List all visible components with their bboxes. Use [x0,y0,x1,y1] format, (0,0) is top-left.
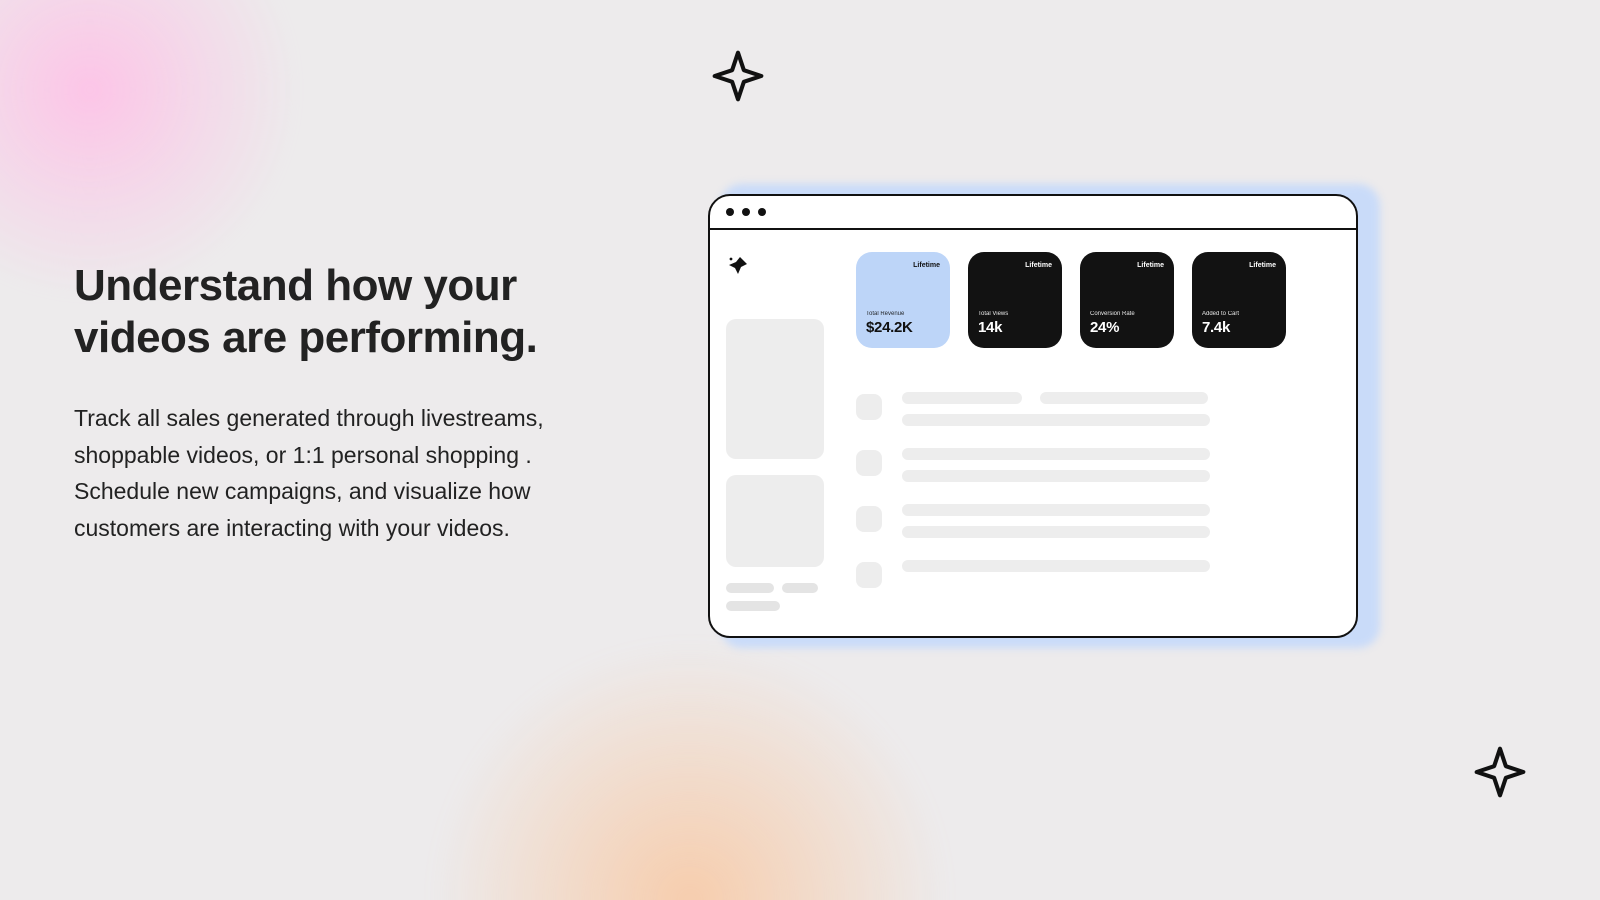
traffic-light-dot[interactable] [726,208,734,216]
sidebar-placeholder [726,583,828,593]
stat-card-cart[interactable]: Lifetime Added to Cart 7.4k [1192,252,1286,348]
placeholder-bar [902,448,1210,460]
sparkle-icon [710,48,766,104]
hero-body: Track all sales generated through livest… [74,400,634,547]
hero-heading: Understand how your videos are performin… [74,260,634,364]
dashboard-window: Lifetime Total Revenue $24.2K Lifetime T… [708,194,1358,638]
list-thumbnail [856,394,882,420]
stat-value: 14k [978,319,1052,336]
stat-label: Added to Cart [1202,311,1276,317]
placeholder-bar [902,414,1210,426]
sidebar [710,230,840,636]
traffic-light-dot[interactable] [742,208,750,216]
placeholder-bar [902,560,1210,572]
stat-value: $24.2K [866,319,940,336]
stat-value: 24% [1090,319,1164,336]
stat-label: Total Revenue [866,311,940,317]
stat-card-conversion[interactable]: Lifetime Conversion Rate 24% [1080,252,1174,348]
gradient-blob [0,0,300,300]
list-thumbnail [856,450,882,476]
stat-card-revenue[interactable]: Lifetime Total Revenue $24.2K [856,252,950,348]
sidebar-placeholder [726,601,780,611]
window-titlebar [710,196,1356,230]
stat-label: Total Views [978,311,1052,317]
sparkle-icon [1472,744,1528,800]
traffic-light-dot[interactable] [758,208,766,216]
sidebar-placeholder [726,319,824,459]
list-item [856,392,1336,426]
placeholder-bar [1040,392,1208,404]
stats-row: Lifetime Total Revenue $24.2K Lifetime T… [856,252,1336,348]
list-item [856,448,1336,482]
placeholder-bar [902,392,1022,404]
marketing-slide: Understand how your videos are performin… [0,0,1600,900]
list-item [856,560,1336,588]
content-list [856,392,1336,588]
list-thumbnail [856,562,882,588]
placeholder-bar [902,504,1210,516]
placeholder-bar [902,526,1210,538]
list-item [856,504,1336,538]
stat-value: 7.4k [1202,319,1276,336]
stat-period: Lifetime [978,262,1052,269]
stat-period: Lifetime [1090,262,1164,269]
stat-card-views[interactable]: Lifetime Total Views 14k [968,252,1062,348]
stat-period: Lifetime [866,262,940,269]
dashboard-main: Lifetime Total Revenue $24.2K Lifetime T… [840,230,1356,636]
pin-icon [726,254,750,278]
placeholder-bar [902,470,1210,482]
stat-label: Conversion Rate [1090,311,1164,317]
sidebar-placeholder [726,475,824,567]
gradient-blob [430,640,950,900]
window-body: Lifetime Total Revenue $24.2K Lifetime T… [710,230,1356,636]
stat-period: Lifetime [1202,262,1276,269]
list-thumbnail [856,506,882,532]
hero-copy: Understand how your videos are performin… [74,260,634,547]
